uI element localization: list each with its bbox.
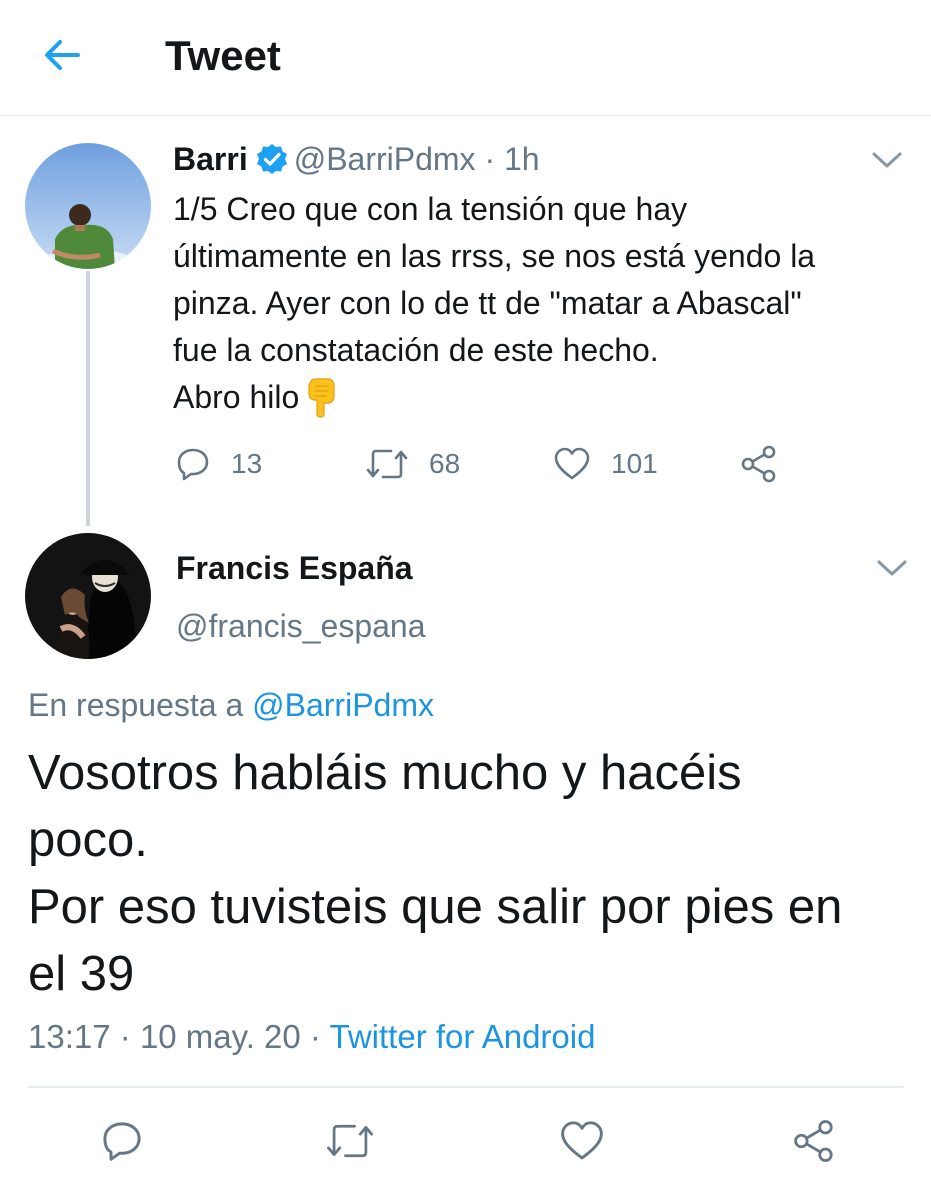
reply-context-label: En respuesta a xyxy=(28,687,244,723)
tweet-text-line: pinza. Ayer con lo de tt de "matar a Aba… xyxy=(173,285,802,321)
verified-badge-icon xyxy=(256,143,288,175)
tweet-text-line: Abro hilo xyxy=(173,379,300,415)
share-action[interactable] xyxy=(739,440,799,488)
reply-count: 13 xyxy=(231,448,263,479)
reply-context: En respuesta a @BarriPdmx xyxy=(28,684,434,726)
chevron-down-icon[interactable] xyxy=(868,147,906,173)
author-row: Barri @BarriPdmx · 1h xyxy=(173,138,540,180)
tweet-text: 1/5 Creo que con la tensión que hay últi… xyxy=(173,186,913,421)
tweet-text-line-last: Abro hilo xyxy=(173,374,913,421)
tweet-text-line: fue la constatación de este hecho. xyxy=(173,332,659,368)
tweet-source-link[interactable]: Twitter for Android xyxy=(330,1018,596,1055)
separator-dot: · xyxy=(309,1018,321,1055)
author-name[interactable]: Barri xyxy=(173,141,248,177)
tweet-date: 10 may. 20 xyxy=(139,1018,301,1055)
like-action[interactable]: 101 xyxy=(553,440,658,488)
tweet-actions xyxy=(0,1113,931,1173)
reply-icon xyxy=(103,1122,141,1161)
retweet-action[interactable]: 68 xyxy=(365,440,460,488)
retweet-icon xyxy=(366,449,408,479)
thread-line xyxy=(86,271,90,526)
tweet-time[interactable]: 1h xyxy=(504,141,540,177)
separator-dot: · xyxy=(119,1018,131,1055)
tweet-text: Vosotros habláis mucho y hacéis poco. Po… xyxy=(28,740,918,1008)
avatar[interactable] xyxy=(25,533,151,659)
tweet-text-line: Vosotros habláis mucho y hacéis xyxy=(28,746,742,800)
like-button[interactable] xyxy=(554,1113,610,1169)
separator-dot: · xyxy=(484,141,496,177)
avatar[interactable] xyxy=(25,143,151,269)
tweet-text-line: 1/5 Creo que con la tensión que hay xyxy=(173,191,688,227)
tweet-text-line: poco. xyxy=(28,813,148,867)
author-handle[interactable]: @francis_espana xyxy=(176,605,426,647)
share-icon xyxy=(741,445,776,483)
author-name[interactable]: Francis España xyxy=(176,547,413,589)
tweet-text-line: el 39 xyxy=(28,947,135,1001)
author-handle[interactable]: @BarriPdmx xyxy=(294,141,476,177)
divider xyxy=(28,1086,904,1088)
reply-icon xyxy=(177,448,209,481)
page-title: Tweet xyxy=(165,32,281,79)
tweet-text-line: Por eso tuvisteis que salir por pies en xyxy=(28,880,843,934)
chevron-down-icon[interactable] xyxy=(873,555,911,581)
top-bar xyxy=(0,0,931,116)
retweet-count: 68 xyxy=(429,448,461,479)
reply-to-handle-link[interactable]: @BarriPdmx xyxy=(252,687,434,723)
reply-button[interactable] xyxy=(94,1113,150,1169)
heart-icon xyxy=(561,1121,603,1160)
tweet-actions: 13 68 101 xyxy=(173,440,793,488)
tweet-time: 13:17 xyxy=(28,1018,111,1055)
like-count: 101 xyxy=(611,448,658,479)
tweet-metadata: 13:17 · 10 may. 20 · Twitter for Android xyxy=(28,1015,595,1059)
retweet-button[interactable] xyxy=(322,1113,378,1169)
pointing-down-emoji-icon xyxy=(303,378,339,418)
share-icon xyxy=(794,1120,833,1162)
retweet-icon xyxy=(327,1124,373,1158)
back-arrow-icon[interactable] xyxy=(38,30,88,80)
share-button[interactable] xyxy=(786,1113,842,1169)
reply-action[interactable]: 13 xyxy=(175,440,262,488)
heart-icon xyxy=(554,447,590,480)
tweet-text-line: últimamente en las rrss, se nos está yen… xyxy=(173,238,816,274)
